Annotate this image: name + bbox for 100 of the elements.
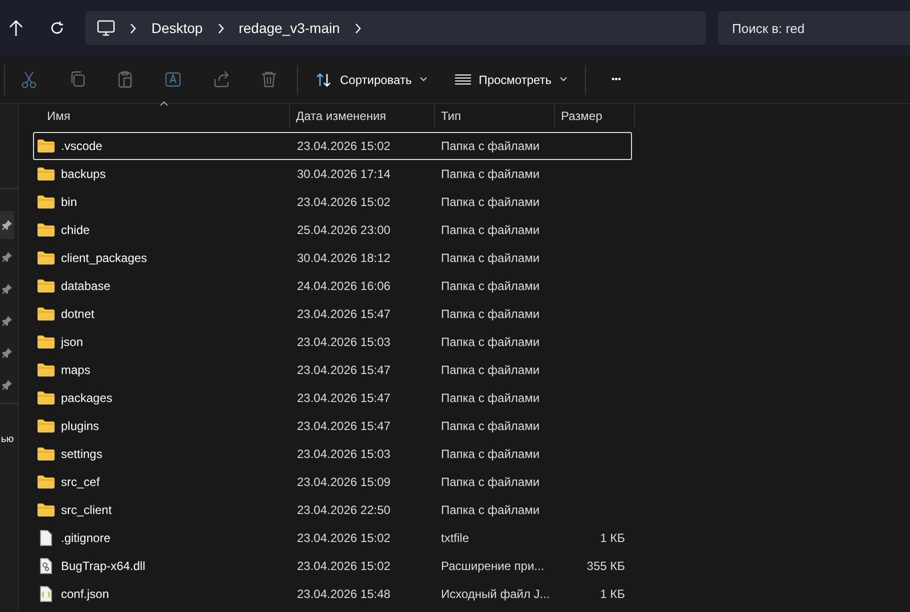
chevron-icon <box>354 22 362 34</box>
file-row[interactable]: .gitignore 23.04.2026 15:02 txtfile 1 КБ <box>33 524 632 552</box>
chevron-icon <box>216 22 225 34</box>
folder-icon <box>37 139 55 153</box>
file-name: plugins <box>61 418 100 435</box>
file-type: Расширение при... <box>441 559 544 573</box>
date-modified: 23.04.2026 15:02 <box>297 531 390 545</box>
file-row[interactable]: BugTrap-x64.dll 23.04.2026 15:02 Расширение при... 355 КБ <box>33 552 632 580</box>
folder-icon <box>37 307 55 321</box>
column-header[interactable]: Размер <box>555 104 635 128</box>
column-header[interactable]: Имя <box>33 104 290 128</box>
json-file-icon <box>40 586 52 602</box>
share-icon <box>213 71 229 88</box>
file-type: Папка с файлами <box>441 419 540 433</box>
file-row[interactable]: conf.json 23.04.2026 15:48 Исходный файл J... 1 КБ <box>33 580 632 608</box>
column-header[interactable]: Тип <box>435 104 555 128</box>
column-header[interactable]: Дата изменения <box>290 104 435 128</box>
file-name: chide <box>61 222 90 239</box>
sort-button[interactable]: Сортировать <box>306 62 437 96</box>
lines-icon <box>454 74 471 85</box>
file-type: Папка с файлами <box>441 335 540 349</box>
file-type: Папка с файлами <box>441 223 540 237</box>
file-name: packages <box>61 390 112 407</box>
gear-file-icon <box>40 558 52 574</box>
file-row[interactable]: settings 23.04.2026 15:03 Папка с файлами <box>33 440 632 468</box>
file-row[interactable]: dotnet 23.04.2026 15:47 Папка с файлами <box>33 300 632 328</box>
file-type: Исходный файл J... <box>441 587 550 601</box>
folder-icon <box>37 447 55 461</box>
file-name: settings <box>61 446 102 463</box>
file-type: Папка с файлами <box>441 195 540 209</box>
file-name: .vscode <box>61 138 102 155</box>
folder-icon <box>37 419 55 433</box>
file-row[interactable]: json 23.04.2026 15:03 Папка с файлами <box>33 328 632 356</box>
sort-icon <box>316 72 332 86</box>
address-bar[interactable]: Desktop redage_v3-main <box>85 11 706 45</box>
date-modified: 23.04.2026 15:47 <box>297 307 390 321</box>
trash-icon <box>261 71 277 88</box>
file-type: Папка с файлами <box>441 279 540 293</box>
pin-icon <box>2 348 12 358</box>
date-modified: 23.04.2026 15:02 <box>297 559 390 573</box>
search-field[interactable]: Поиск в: red <box>718 11 910 45</box>
refresh-icon <box>50 21 64 35</box>
clipboard-icon <box>117 71 133 88</box>
rename-icon <box>165 71 181 88</box>
file-row[interactable]: backups 30.04.2026 17:14 Папка с файлами <box>33 160 632 188</box>
pin-icon <box>2 380 12 390</box>
file-name: client_packages <box>61 250 148 267</box>
file-size: 355 КБ <box>586 559 625 573</box>
file-name: .gitignore <box>61 530 110 547</box>
pin-icon <box>2 284 12 294</box>
file-name: bin <box>61 194 78 211</box>
file-name: maps <box>61 362 90 379</box>
file-row[interactable]: .vscode 23.04.2026 15:02 Папка с файлами <box>33 132 632 160</box>
folder-icon <box>37 391 55 405</box>
file-name: backups <box>61 166 106 183</box>
more-button[interactable]: ••• <box>602 62 631 96</box>
file-size: 1 КБ <box>600 531 625 545</box>
date-modified: 23.04.2026 15:47 <box>297 391 390 405</box>
file-type: Папка с файлами <box>441 447 540 461</box>
folder-icon <box>37 335 55 349</box>
folder-icon <box>37 251 55 265</box>
pin-icon <box>2 316 12 326</box>
file-row[interactable]: maps 23.04.2026 15:47 Папка с файлами <box>33 356 632 384</box>
file-name: conf.json <box>61 586 110 603</box>
file-row[interactable]: src_cef 23.04.2026 15:09 Папка с файлами <box>33 468 632 496</box>
date-modified: 23.04.2026 22:50 <box>297 503 390 517</box>
file-row[interactable]: bin 23.04.2026 15:02 Папка с файлами <box>33 188 632 216</box>
file-type: Папка с файлами <box>441 363 540 377</box>
date-modified: 30.04.2026 18:12 <box>297 251 390 265</box>
caret-icon <box>420 77 427 82</box>
folder-icon <box>37 475 55 489</box>
date-modified: 24.04.2026 16:06 <box>297 279 390 293</box>
chevron-icon <box>129 22 138 34</box>
pinned-item[interactable] <box>0 211 14 239</box>
file-row[interactable]: src_client 23.04.2026 22:50 Папка с файлами <box>33 496 632 524</box>
sidebar-label[interactable]: ью <box>1 432 14 447</box>
folder-icon <box>37 223 55 237</box>
folder-icon <box>37 195 55 209</box>
sort-up-icon <box>160 101 168 106</box>
file-type: Папка с файлами <box>441 475 540 489</box>
file-name: database <box>61 278 110 295</box>
file-row[interactable]: chide 25.04.2026 23:00 Папка с файлами <box>33 216 632 244</box>
pin-icon <box>2 220 12 230</box>
file-name: src_client <box>61 502 112 519</box>
file-name: BugTrap-x64.dll <box>61 558 146 575</box>
file-name: dotnet <box>61 306 94 323</box>
breadcrumb-item[interactable]: redage_v3-main <box>238 18 340 38</box>
date-modified: 23.04.2026 15:02 <box>297 195 390 209</box>
date-modified: 23.04.2026 15:47 <box>297 419 390 433</box>
date-modified: 23.04.2026 15:47 <box>297 363 390 377</box>
date-modified: 23.04.2026 15:48 <box>297 587 390 601</box>
file-row[interactable]: plugins 23.04.2026 15:47 Папка с файлами <box>33 412 632 440</box>
file-row[interactable]: database 24.04.2026 16:06 Папка с файлами <box>33 272 632 300</box>
view-button[interactable]: Просмотреть <box>444 62 577 96</box>
file-row[interactable]: client_packages 30.04.2026 18:12 Папка с файлами <box>33 244 632 272</box>
breadcrumb-item[interactable]: Desktop <box>151 18 203 38</box>
date-modified: 23.04.2026 15:03 <box>297 335 390 349</box>
folder-icon <box>37 279 55 293</box>
file-type: txtfile <box>441 531 470 545</box>
file-row[interactable]: packages 23.04.2026 15:47 Папка с файлами <box>33 384 632 412</box>
